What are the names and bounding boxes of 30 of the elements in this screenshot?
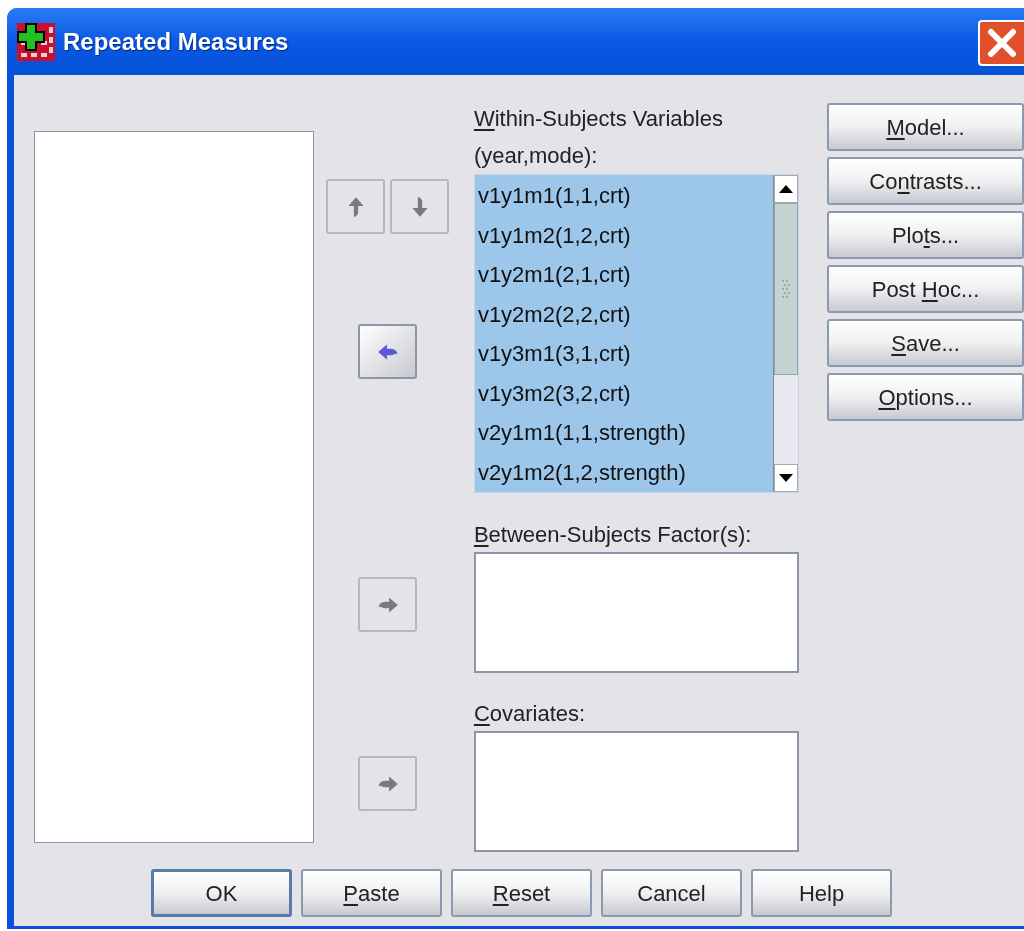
field-label: Between-Subjects Factor(s): [473,521,753,549]
scroll-down-button[interactable] [773,464,798,492]
window-title: Repeated Measures [63,26,289,57]
grip-icon [780,278,791,300]
within-subjects-list[interactable]: v1y1m1(1,1,crt) v1y1m2(1,2,crt) v1y2m1(2,1,crt) v1y2m2(2,2,crt) v1y3m1(3,1,crt) v1y3m2(3,2,crt) v2y1m1(1,1,strength) v2y1m2(1,2,strength) [473,174,799,493]
close-button[interactable] [978,19,1024,66]
dialog-button[interactable]: Contrasts... [827,157,1024,205]
covariates-list[interactable] [473,731,799,852]
down-triangle-icon [778,474,793,482]
close-icon [987,27,1017,58]
dialog-button[interactable]: Post Hoc... [827,265,1024,313]
grid-plus-icon [17,22,55,61]
dialog-button[interactable]: Save... [827,319,1024,367]
dialog-button[interactable]: Paste [301,869,442,917]
dialog-button[interactable]: Plots... [827,211,1024,259]
scroll-up-button[interactable] [773,175,798,203]
field-label: Covariates: [473,700,587,728]
dialog-button[interactable]: OK [151,869,292,917]
scrollbar[interactable] [772,175,798,492]
dialog-button[interactable]: Reset [451,869,592,917]
up-triangle-icon [778,185,793,193]
dialog-button[interactable]: Help [751,869,892,917]
field-label: (year,mode): [473,142,599,170]
field-label: Within-Subjects Variables [473,105,724,133]
dialog-button[interactable]: Cancel [601,869,742,917]
between-subjects-list[interactable] [473,552,799,673]
dialog-button[interactable]: Model... [827,103,1024,151]
scroll-thumb[interactable] [773,203,798,375]
arrow-button[interactable] [358,324,418,379]
dialog-button[interactable]: Options... [827,373,1024,421]
